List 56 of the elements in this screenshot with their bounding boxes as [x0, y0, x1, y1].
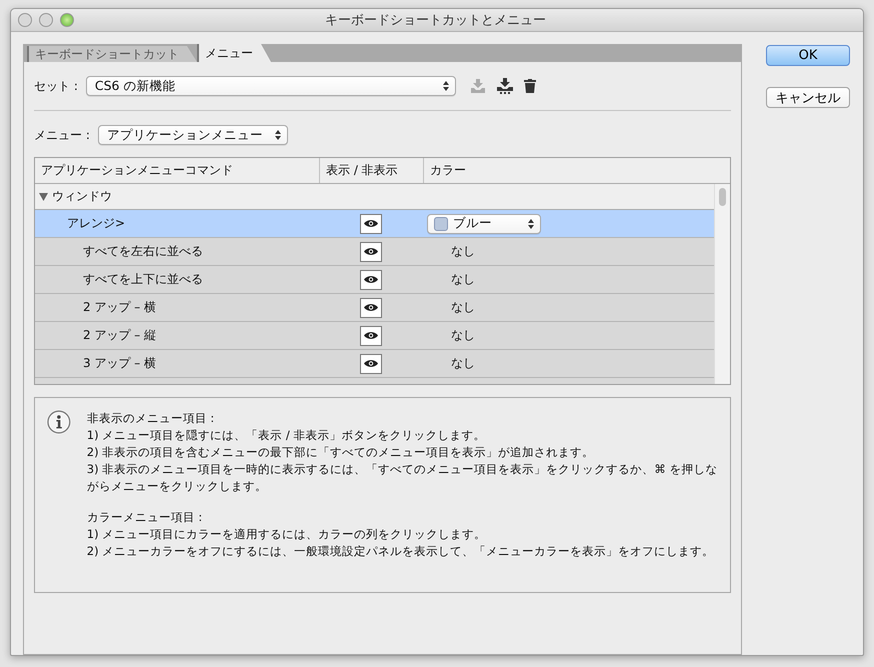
eye-icon — [364, 275, 378, 284]
scroll-thumb[interactable] — [719, 188, 726, 206]
disclosure-triangle-icon[interactable] — [39, 192, 48, 200]
command-row[interactable]: アレンジ> ブルー — [35, 210, 714, 238]
visibility-toggle[interactable] — [360, 298, 382, 318]
color-dropdown[interactable]: ブルー — [427, 214, 541, 234]
command-text: 2 アップ – 縦 — [82, 327, 158, 344]
info-text: 1) メニュー項目にカラーを適用するには、カラーの列をクリックします。 — [86, 526, 488, 543]
set-label: セット : — [34, 78, 78, 94]
save-set-icon[interactable] — [496, 78, 514, 94]
info-text: カラーメニュー項目 : — [86, 509, 204, 526]
trash-icon[interactable] — [524, 79, 536, 93]
color-text: なし — [450, 243, 476, 260]
color-text: なし — [450, 299, 476, 316]
visibility-toggle[interactable] — [360, 326, 382, 346]
scrollbar[interactable] — [714, 184, 730, 384]
group-label: ウィンドウ — [52, 188, 112, 205]
set-dropdown[interactable]: CS6 の新機能 — [86, 76, 456, 96]
column-header[interactable]: カラー — [423, 158, 730, 183]
info-text: 非表示のメニュー項目 : — [86, 410, 216, 427]
eye-icon — [364, 219, 378, 228]
eye-icon — [364, 303, 378, 312]
info-icon — [47, 410, 71, 434]
visibility-toggle[interactable] — [360, 354, 382, 374]
column-header[interactable]: 表示 / 非表示 — [319, 158, 423, 183]
color-text: なし — [450, 327, 476, 344]
command-text: 2 アップ – 横 — [82, 299, 158, 316]
color-text: なし — [450, 271, 476, 288]
command-text: 3 アップ – 横 — [82, 355, 158, 372]
info-text: 3) 非表示のメニュー項目を一時的に表示するには、「すべてのメニュー項目を表示」をクリックするか、⌘ を押しながらメニューをクリックします。 — [86, 461, 718, 495]
ok-button[interactable]: OK — [766, 45, 850, 66]
updown-arrows-icon — [442, 81, 449, 91]
updown-arrows-icon — [274, 130, 281, 140]
updown-arrows-icon — [528, 218, 534, 228]
tab[interactable]: メニュー — [197, 44, 271, 62]
visibility-toggle[interactable] — [360, 270, 382, 290]
eye-icon — [364, 331, 378, 340]
tab[interactable]: キーボードショートカット — [27, 46, 197, 62]
info-text: 1) メニュー項目を隠すには、「表示 / 非表示」ボタンをクリックします。 — [86, 427, 486, 444]
window-title: キーボードショートカットとメニュー — [324, 12, 547, 29]
eye-icon — [364, 247, 378, 256]
info-text: 2) メニューカラーをオフにするには、一般環境設定パネルを表示して、「メニューカラーを表示」をオフにします。 — [86, 543, 716, 560]
menu-dropdown[interactable]: アプリケーションメニュー — [98, 125, 288, 145]
group-row[interactable]: ウィンドウ — [35, 184, 714, 210]
eye-icon — [364, 359, 378, 368]
info-text: 2) 非表示の項目を含むメニューの最下部に「すべてのメニュー項目を表示」が追加されます。 — [86, 444, 596, 461]
visibility-toggle[interactable] — [360, 242, 382, 262]
color-swatch — [434, 216, 448, 230]
menu-label: メニュー : — [34, 126, 90, 144]
command-text: すべてを上下に並べる — [82, 271, 204, 288]
visibility-toggle[interactable] — [360, 214, 382, 234]
command-text: すべてを左右に並べる — [82, 243, 204, 260]
command-text: アレンジ> — [66, 215, 126, 232]
color-text: なし — [450, 355, 476, 372]
column-header[interactable]: アプリケーションメニューコマンド — [35, 158, 319, 183]
cancel-button[interactable]: キャンセル — [766, 87, 850, 108]
